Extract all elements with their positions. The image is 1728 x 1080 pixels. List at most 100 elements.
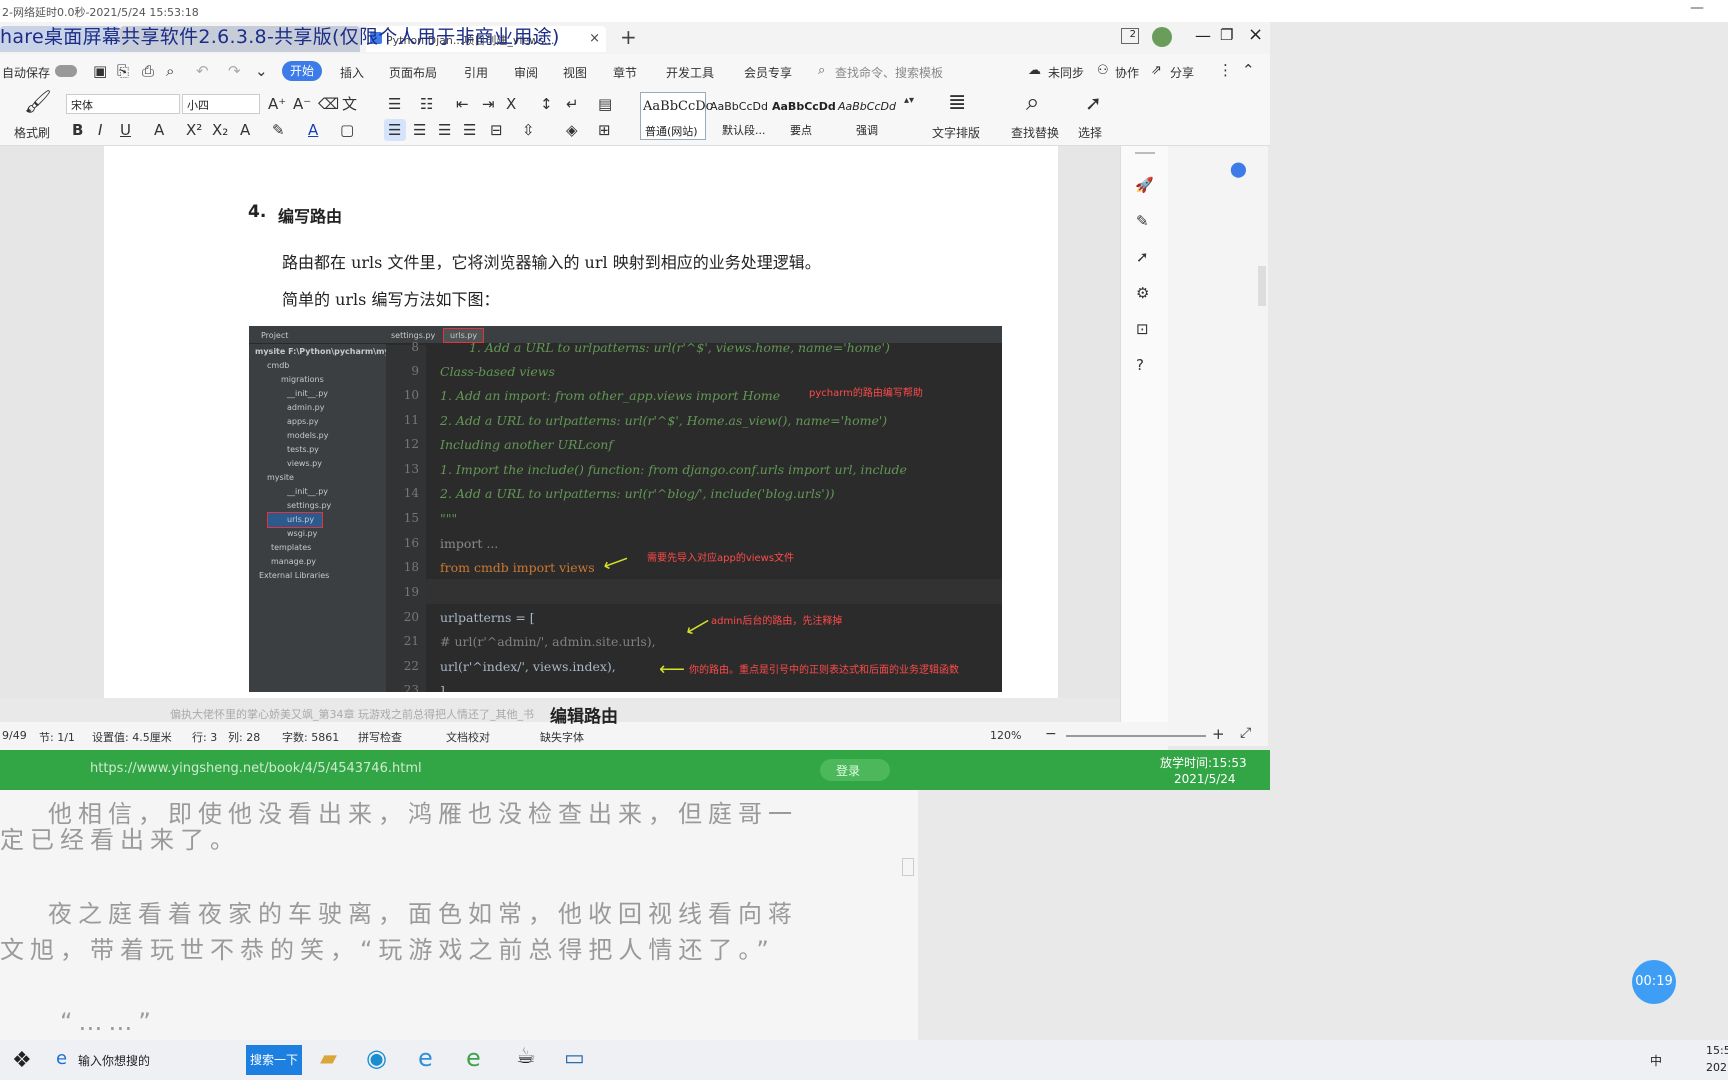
autosave-toggle[interactable] <box>55 65 77 77</box>
spell-check[interactable]: 拼写检查 <box>358 729 402 745</box>
text-layout-icon[interactable]: ≣ <box>948 92 966 114</box>
monitor-icon[interactable]: ▭ <box>564 1046 585 1071</box>
rocket-icon[interactable]: 🚀 <box>1135 176 1154 194</box>
tab-home[interactable]: 开始 <box>282 61 322 81</box>
missing-font[interactable]: 缺失字体 <box>540 729 584 745</box>
word-count[interactable]: 字数: 5861 <box>282 729 339 745</box>
phonetic-icon[interactable]: 文 <box>342 95 357 113</box>
tab-section[interactable]: 章节 <box>613 64 637 81</box>
redo-icon[interactable]: ↷ <box>228 62 241 80</box>
bullets-icon[interactable]: ☰ <box>388 95 401 113</box>
folder-icon[interactable]: ▰ <box>320 1046 337 1071</box>
shrink-font-icon[interactable]: A⁻ <box>293 95 311 113</box>
tab-devtools[interactable]: 开发工具 <box>666 64 714 81</box>
borders-icon[interactable]: ⊞ <box>598 121 611 139</box>
text-effect-icon[interactable]: A <box>240 121 250 139</box>
restore-icon[interactable]: ❐ <box>1220 26 1233 44</box>
cursor-icon[interactable]: ➚ <box>1085 93 1102 113</box>
share-button[interactable]: 分享 <box>1170 64 1194 81</box>
find-replace-label[interactable]: 查找替换 <box>1011 124 1059 141</box>
start-icon[interactable]: ❖ <box>12 1048 32 1073</box>
align-center-icon[interactable]: ☰ <box>413 121 426 139</box>
char-border-icon[interactable]: ▢ <box>340 121 354 139</box>
command-search[interactable]: 查找命令、搜索模板 <box>835 64 943 81</box>
chinese-layout-icon[interactable]: Ⅹ <box>506 95 516 113</box>
search-button[interactable]: 搜索一下 <box>246 1045 302 1075</box>
tab-review[interactable]: 审阅 <box>514 64 538 81</box>
preview-icon[interactable]: ⌕ <box>166 62 174 80</box>
pen-icon[interactable]: ✎ <box>1136 212 1149 230</box>
bold-icon[interactable]: B <box>72 121 83 139</box>
timer-badge[interactable]: 00:19 <box>1632 960 1676 1004</box>
table-icon[interactable]: ▤ <box>598 95 612 113</box>
format-painter-label[interactable]: 格式刷 <box>14 124 50 141</box>
chevron-down-icon[interactable]: ⌄ <box>255 62 268 80</box>
page-indicator[interactable]: 9/49 <box>2 729 27 742</box>
undo-icon[interactable]: ↶ <box>196 62 209 80</box>
taskbar-search[interactable]: 输入你想搜的 <box>78 1052 150 1069</box>
format-icon[interactable]: ⎘ <box>117 62 129 80</box>
tab-member[interactable]: 会员专享 <box>744 64 792 81</box>
collapse-icon[interactable]: ⌃ <box>1242 61 1255 79</box>
paint-brush-icon[interactable]: 🖌 <box>24 92 52 114</box>
zoom-out-icon[interactable]: − <box>1045 726 1057 742</box>
pointer-icon[interactable]: ➚ <box>1136 248 1149 266</box>
tab-insert[interactable]: 插入 <box>340 64 364 81</box>
font-color-icon[interactable]: A <box>308 121 318 139</box>
ime-indicator[interactable]: 中 <box>1650 1052 1662 1069</box>
edge-icon[interactable]: ◉ <box>366 1044 387 1072</box>
outdent-icon[interactable]: ⇤ <box>456 95 469 113</box>
fullscreen-icon[interactable]: ⤢ <box>1240 725 1251 741</box>
grow-font-icon[interactable]: A⁺ <box>268 95 286 113</box>
marks-icon[interactable]: ↵ <box>566 95 579 113</box>
print-icon[interactable]: ⎙ <box>142 62 154 80</box>
text-layout-label[interactable]: 文字排版 <box>932 124 980 141</box>
indent-icon[interactable]: ⇥ <box>482 95 495 113</box>
tab-layout[interactable]: 页面布局 <box>389 64 437 81</box>
login-button[interactable]: 登录 <box>820 759 890 781</box>
collab-button[interactable]: 协作 <box>1115 64 1139 81</box>
distribute-icon[interactable]: ⊟ <box>490 121 503 139</box>
superscript-icon[interactable]: X² <box>186 121 202 139</box>
minimize-icon[interactable]: — <box>1195 26 1211 45</box>
avatar[interactable] <box>1152 27 1172 47</box>
new-tab-icon[interactable]: + <box>620 25 637 49</box>
italic-icon[interactable]: I <box>98 121 102 139</box>
sort-icon[interactable]: ↕ <box>540 95 553 113</box>
close-tab-icon[interactable]: × <box>589 31 600 46</box>
sync-status[interactable]: 未同步 <box>1048 64 1084 81</box>
strikethrough-icon[interactable]: A <box>154 121 164 139</box>
zoom-in-icon[interactable]: + <box>1212 725 1225 743</box>
find-icon[interactable]: ⌕ <box>1026 90 1039 114</box>
green-browser-icon[interactable]: e <box>466 1044 481 1072</box>
size-select[interactable]: 小四 <box>182 94 260 114</box>
proofread[interactable]: 文档校对 <box>446 729 490 745</box>
style-default[interactable]: AaBbCcDd 默认段... <box>708 92 774 140</box>
help-icon[interactable]: ? <box>1136 356 1144 374</box>
select-label[interactable]: 选择 <box>1078 124 1102 141</box>
more-icon[interactable]: ⋮ <box>1218 61 1233 79</box>
subscript-icon[interactable]: X₂ <box>212 121 228 139</box>
scrollbar[interactable] <box>1258 266 1266 306</box>
justify-icon[interactable]: ☰ <box>463 121 476 139</box>
underline-icon[interactable]: U <box>120 121 131 139</box>
coffee-icon[interactable]: ☕ <box>516 1044 536 1069</box>
ie-icon[interactable]: e <box>418 1044 433 1072</box>
minimize-remote-icon[interactable]: — <box>1690 0 1704 16</box>
eraser-icon[interactable]: ⌫ <box>318 95 339 113</box>
zoom-slider[interactable] <box>1066 735 1206 737</box>
sliders-icon[interactable]: ⚙ <box>1136 284 1149 302</box>
archive-icon[interactable]: ⊡ <box>1136 320 1149 338</box>
save-icon[interactable]: ▣ <box>93 62 107 80</box>
style-normal[interactable]: AaBbCcDc 普通(网站) <box>640 92 713 140</box>
tab-view[interactable]: 视图 <box>563 64 587 81</box>
tab-references[interactable]: 引用 <box>464 64 488 81</box>
highlight-icon[interactable]: ✎ <box>272 121 285 139</box>
style-emphasis[interactable]: AaBbCcDd 强调 <box>836 92 902 140</box>
style-key-point[interactable]: AaBbCcDd 要点 <box>770 92 836 140</box>
url-text[interactable]: https://www.yingsheng.net/book/4/5/45437… <box>90 761 422 776</box>
numbering-icon[interactable]: ☷ <box>420 95 433 113</box>
location-icon[interactable]: ⬤ <box>1230 160 1247 178</box>
font-select[interactable]: 宋体 <box>66 94 180 114</box>
align-right-icon[interactable]: ☰ <box>438 121 451 139</box>
